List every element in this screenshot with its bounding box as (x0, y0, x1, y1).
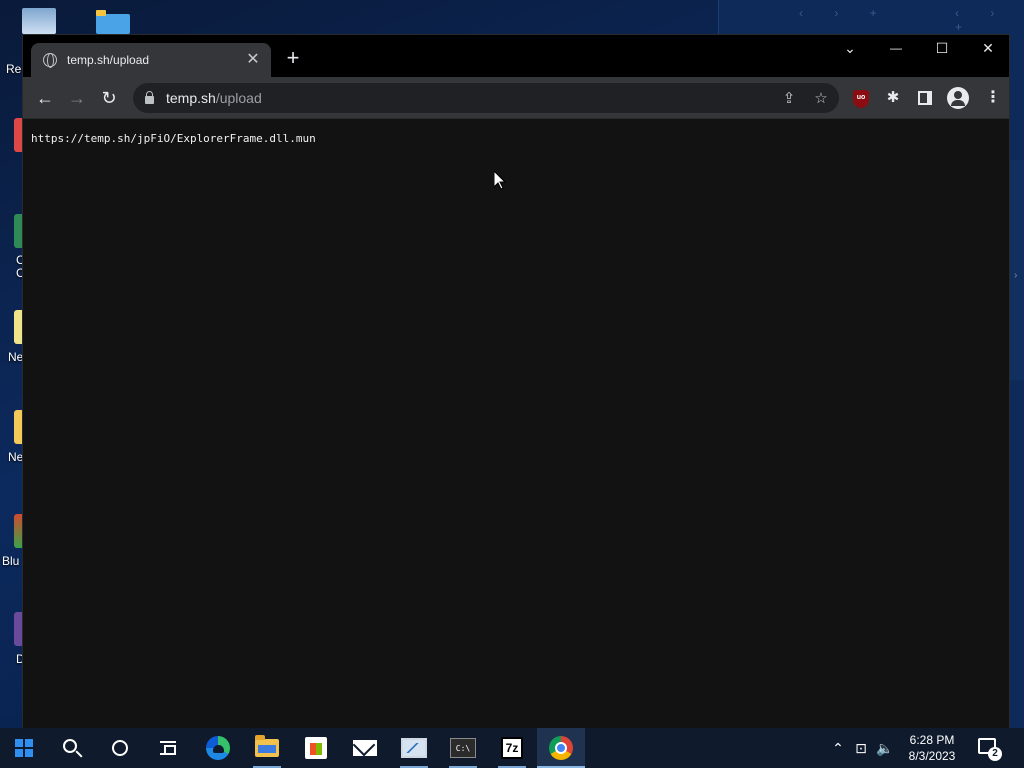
title-bar: temp.sh/upload ✕ + ⌄ — ☐ ✕ (23, 35, 1009, 77)
taskbar-file-explorer[interactable] (243, 728, 291, 768)
reload-button[interactable]: ↻ (95, 84, 123, 112)
cortana-icon (112, 740, 128, 756)
extensions-puzzle-icon[interactable]: ✱ (885, 90, 901, 106)
task-view-button[interactable] (144, 728, 192, 768)
taskbar-edge[interactable] (194, 728, 242, 768)
address-bar[interactable]: temp.sh/upload ⇪ ☆ (133, 83, 839, 113)
clock-date: 8/3/2023 (908, 749, 956, 763)
recycle-bin-icon[interactable] (22, 8, 56, 34)
taskbar-mail[interactable] (341, 728, 389, 768)
chrome-menu-icon[interactable]: ⋮ (985, 88, 1001, 108)
forward-button[interactable]: → (63, 84, 91, 112)
chrome-window: temp.sh/upload ✕ + ⌄ — ☐ ✕ ← → ↻ temp.sh… (22, 34, 1010, 729)
taskbar-command-prompt[interactable]: C:\ (439, 728, 487, 768)
mail-icon (353, 740, 377, 756)
command-prompt-icon: C:\ (450, 738, 476, 758)
7zip-icon: 7z (501, 737, 523, 759)
back-button[interactable]: ← (31, 84, 59, 112)
clock-time: 6:28 PM (909, 733, 955, 747)
page-content: https://temp.sh/jpFiO/ExplorerFrame.dll.… (23, 120, 1009, 729)
background-window-nav-right: ‹ › + (955, 6, 1009, 34)
url-path: /upload (215, 90, 262, 106)
share-icon[interactable]: ⇪ (779, 89, 799, 109)
windows-logo-icon (15, 739, 33, 757)
taskbar: C:\ 7z ⌃ ⊡ 🔈 6:28 PM 8/3/2023 2 (0, 728, 1024, 768)
tab-search-button[interactable]: ⌄ (827, 35, 873, 63)
search-icon (63, 739, 77, 753)
side-panel-icon[interactable] (918, 91, 932, 105)
taskbar-resource-monitor[interactable] (390, 728, 438, 768)
toolbar: ← → ↻ temp.sh/upload ⇪ ☆ uo ✱ ⋮ (23, 77, 1009, 119)
new-tab-button[interactable]: + (281, 47, 305, 71)
system-clock[interactable]: 6:28 PM 8/3/2023 (900, 732, 964, 764)
taskbar-chrome[interactable] (537, 728, 585, 768)
lock-icon[interactable] (145, 91, 154, 104)
bookmark-star-icon[interactable]: ☆ (811, 89, 831, 109)
chevron-right-icon: › (1014, 270, 1018, 281)
taskbar-7zip[interactable]: 7z (488, 728, 536, 768)
background-window-nav: ‹ › + (799, 6, 891, 20)
start-button[interactable] (0, 728, 48, 768)
cortana-button[interactable] (96, 728, 144, 768)
close-window-button[interactable]: ✕ (965, 35, 1011, 63)
chrome-icon (549, 736, 573, 760)
upload-result-url[interactable]: https://temp.sh/jpFiO/ExplorerFrame.dll.… (31, 132, 316, 145)
maximize-button[interactable]: ☐ (919, 35, 965, 63)
edge-icon (206, 736, 230, 760)
minimize-button[interactable]: — (873, 35, 919, 63)
profile-avatar[interactable] (947, 87, 969, 109)
globe-icon (43, 53, 57, 68)
task-view-icon (160, 741, 176, 755)
notification-count-badge: 2 (988, 747, 1002, 761)
url-host: temp.sh (166, 90, 216, 106)
store-icon (305, 737, 327, 759)
volume-icon[interactable]: 🔈 (874, 728, 896, 768)
show-hidden-icons-chevron-icon[interactable]: ⌃ (828, 728, 848, 768)
desktop-folder-icon[interactable] (96, 10, 130, 34)
network-icon[interactable]: ⊡ (850, 728, 872, 768)
resource-monitor-icon (401, 738, 427, 758)
taskbar-microsoft-store[interactable] (292, 728, 340, 768)
file-explorer-icon (255, 735, 279, 757)
tab-close-icon[interactable]: ✕ (245, 52, 261, 68)
tab-title: temp.sh/upload (67, 53, 150, 67)
ublock-origin-icon[interactable]: uo (853, 90, 869, 108)
tab-temp-sh-upload[interactable]: temp.sh/upload ✕ (31, 43, 271, 77)
search-button[interactable] (48, 728, 96, 768)
